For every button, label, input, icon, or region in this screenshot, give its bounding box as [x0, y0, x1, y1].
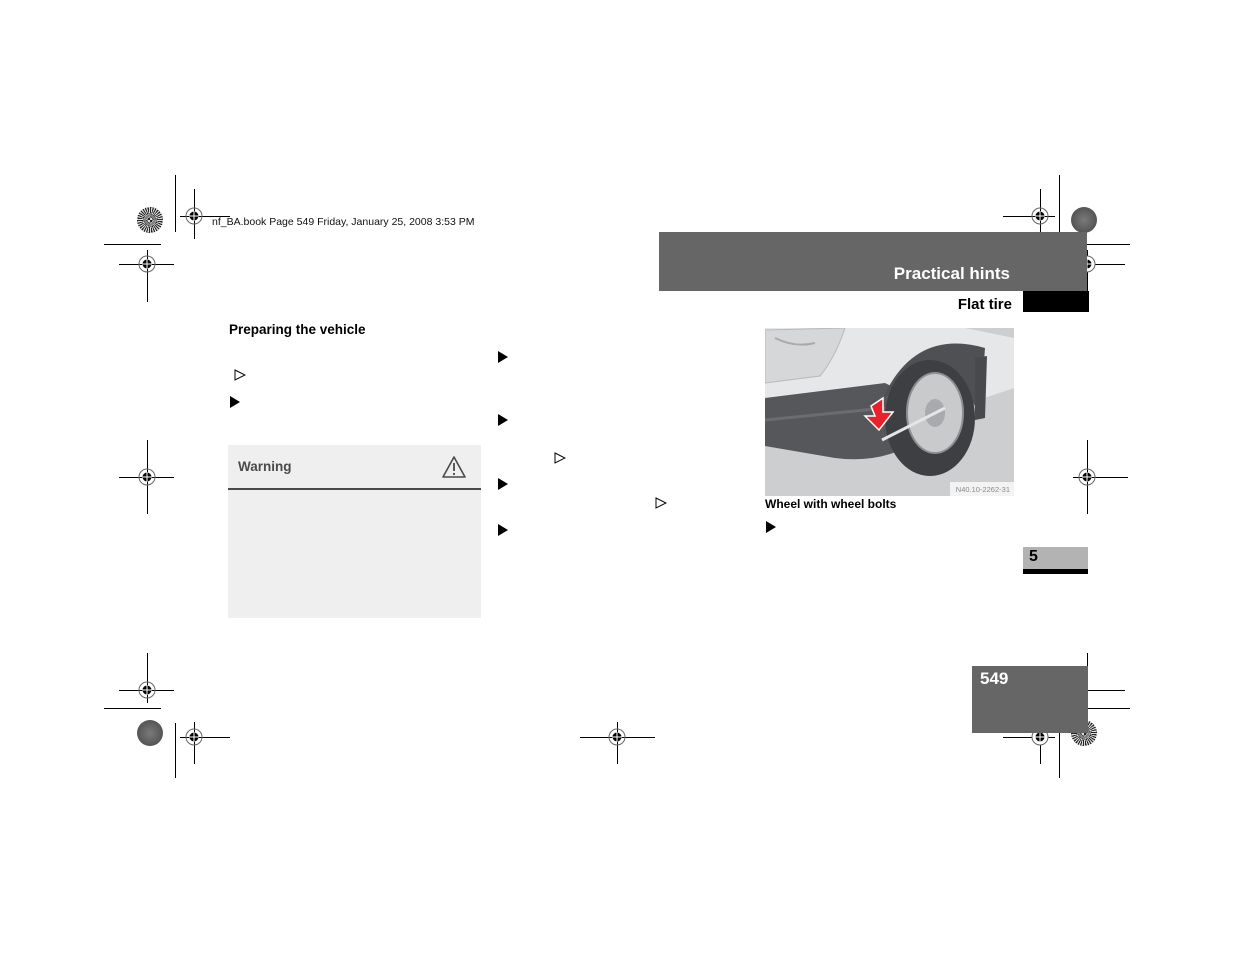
wheel-bolts-figure: N40.10-2262-31: [765, 328, 1014, 496]
bullet-icon: [498, 351, 508, 363]
crop-line: [104, 244, 161, 245]
warning-label: Warning: [238, 459, 292, 474]
bullet-icon: [766, 521, 776, 533]
print-info-line: nf_BA.book Page 549 Friday, January 25, …: [212, 216, 475, 228]
registration-target-icon: [1031, 207, 1049, 225]
page-number-box: 549: [972, 666, 1088, 733]
outline-triangle-icon: [655, 497, 667, 509]
wheel-illustration: [765, 328, 1014, 496]
outline-triangle-icon: [234, 369, 246, 381]
warning-box: Warning: [228, 445, 481, 618]
registration-target-icon: [138, 468, 156, 486]
chapter-number: 5: [1029, 548, 1038, 565]
registration-target-icon: [608, 728, 626, 746]
subsection-title: Flat tire: [957, 296, 1012, 313]
chapter-tab[interactable]: 5: [1023, 547, 1088, 574]
crop-line: [1059, 175, 1060, 232]
figure-code: N40.10-2262-31: [949, 482, 1014, 496]
bullet-icon: [230, 396, 240, 408]
registration-target-icon: [185, 207, 203, 225]
registration-target-icon: [1078, 468, 1096, 486]
warning-triangle-icon: [442, 456, 466, 478]
bullet-icon: [498, 524, 508, 536]
outline-triangle-icon: [554, 452, 566, 464]
star-target-icon: [137, 720, 163, 746]
star-target-icon: [137, 207, 163, 233]
section-title: Practical hints: [893, 264, 1010, 283]
warning-header: Warning: [228, 445, 481, 490]
star-target-icon: [1071, 207, 1097, 233]
registration-target-icon: [138, 681, 156, 699]
bullet-icon: [498, 414, 508, 426]
crop-line: [175, 175, 176, 232]
page-number: 549: [980, 669, 1009, 688]
crop-line: [175, 723, 176, 778]
registration-target-icon: [185, 728, 203, 746]
section-header-band: Practical hints: [659, 232, 1087, 291]
registration-target-icon: [138, 255, 156, 273]
figure-caption: Wheel with wheel bolts: [765, 497, 897, 511]
heading-preparing-vehicle: Preparing the vehicle: [229, 322, 366, 337]
bullet-icon: [498, 478, 508, 490]
subsection-tab-marker: [1023, 291, 1089, 312]
crop-line: [104, 708, 161, 709]
